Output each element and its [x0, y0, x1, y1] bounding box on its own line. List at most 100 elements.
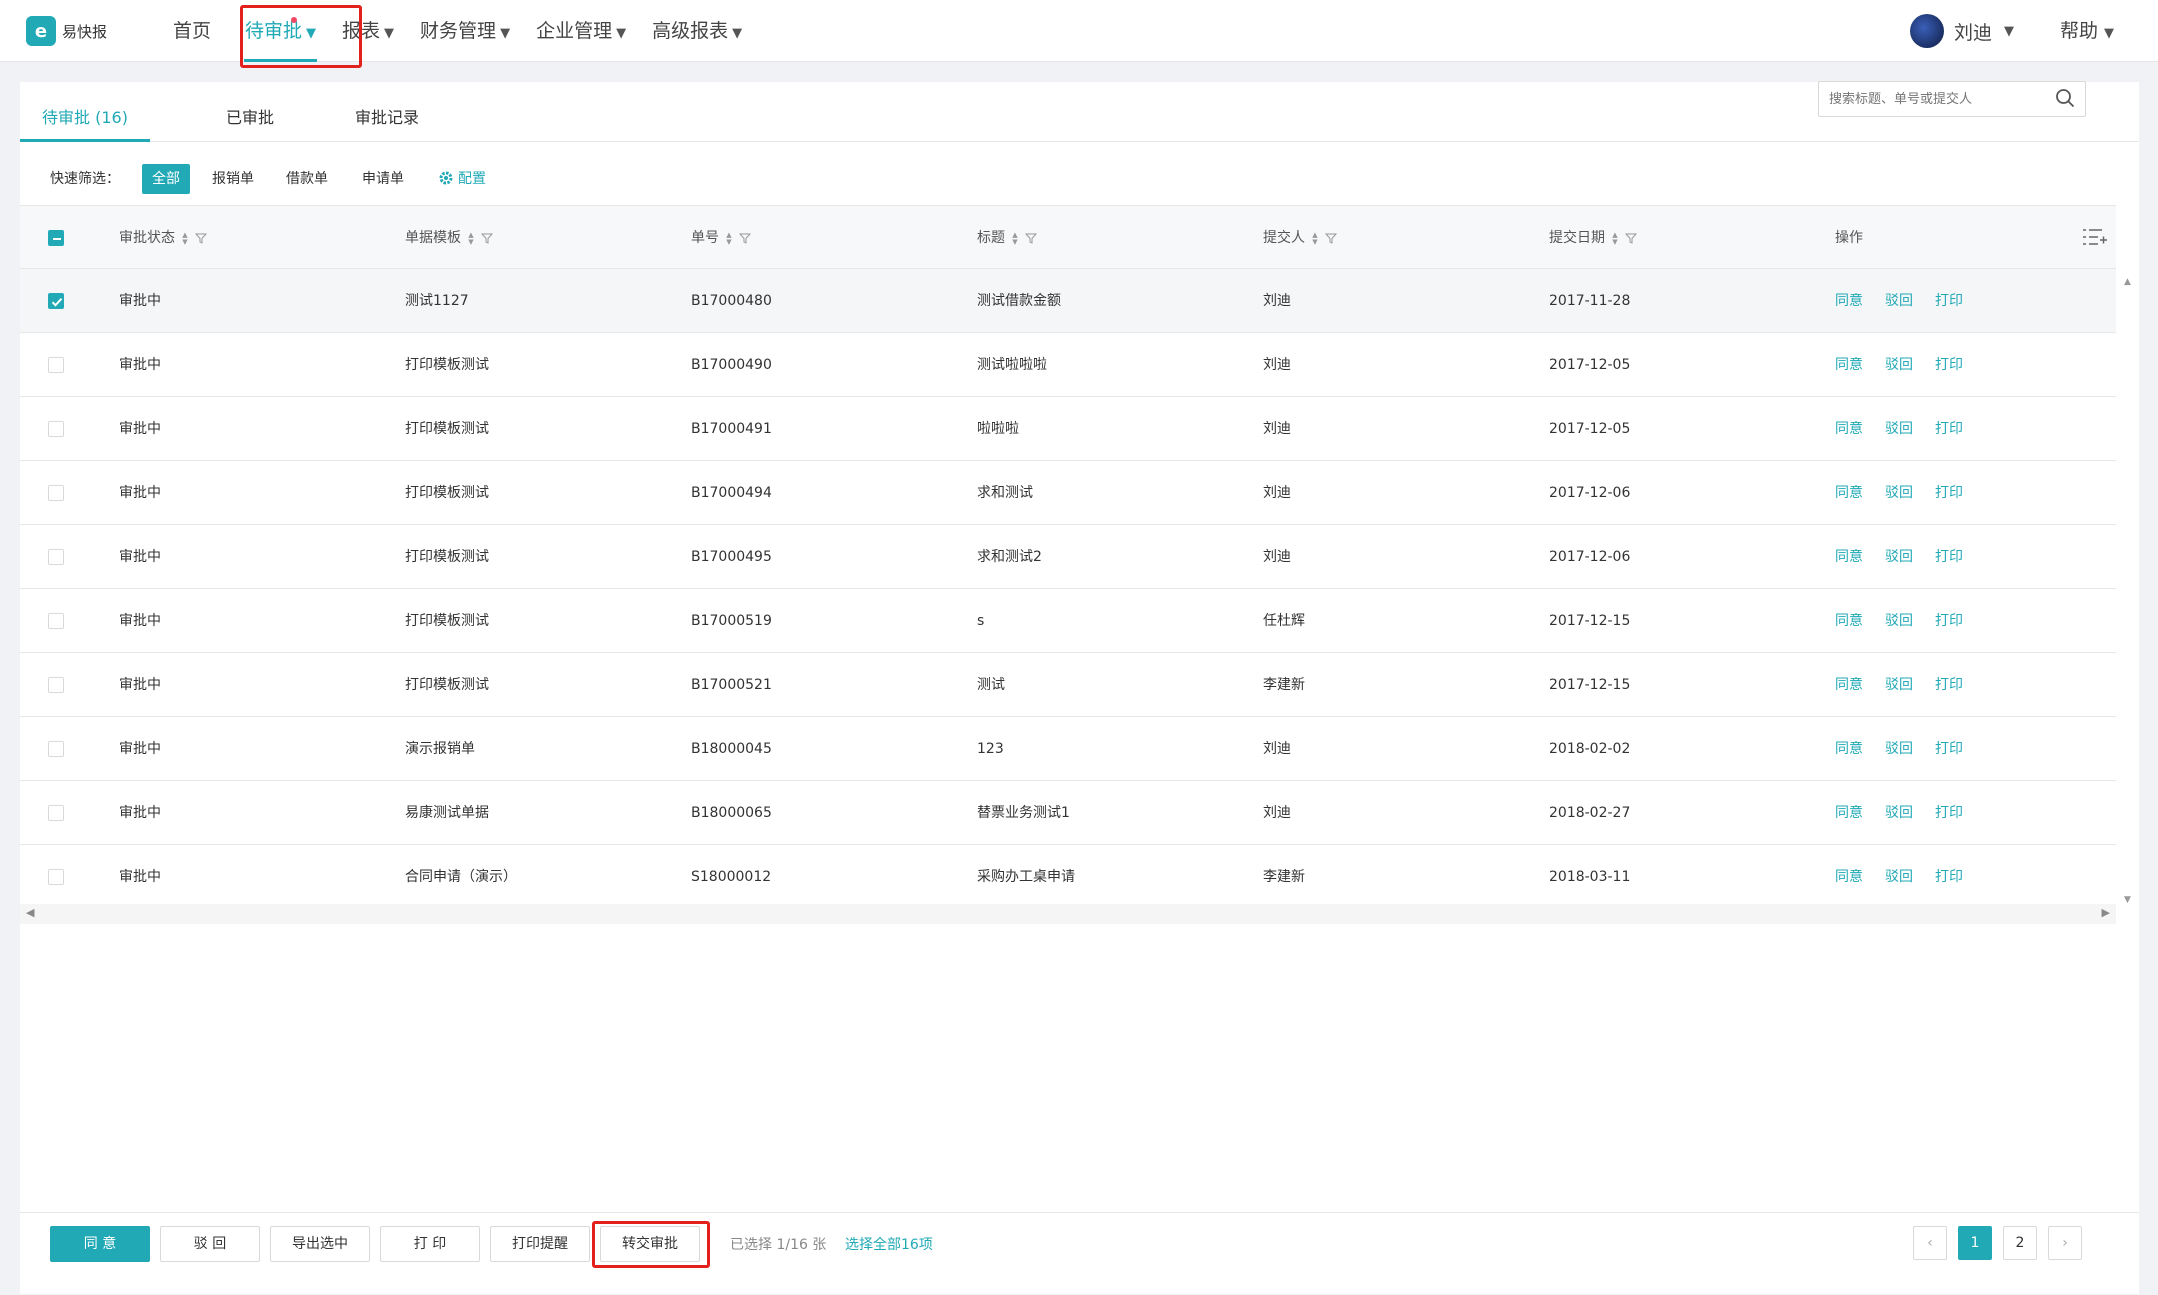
table-row[interactable]: 审批中 打印模板测试 B17000491 啦啦啦 刘迪 2017-12-05 同意 驳回 打印: [20, 397, 2116, 461]
print-link[interactable]: 打印: [1935, 653, 1963, 717]
sort-icon[interactable]: ▲▼: [181, 231, 189, 245]
nav-item-4[interactable]: 企业管理 ▼: [523, 0, 639, 62]
vertical-scrollbar[interactable]: ▲ ▼: [2116, 269, 2139, 909]
filter-icon[interactable]: [189, 230, 207, 246]
nav-item-0[interactable]: 首页: [160, 0, 224, 62]
approve-link[interactable]: 同意: [1835, 845, 1863, 909]
filter-request[interactable]: 申请单: [352, 164, 414, 194]
approve-selected-button[interactable]: 同 意: [50, 1226, 150, 1262]
approve-link[interactable]: 同意: [1835, 269, 1863, 333]
reject-link[interactable]: 驳回: [1885, 269, 1913, 333]
approve-link[interactable]: 同意: [1835, 461, 1863, 525]
table-row[interactable]: 审批中 打印模板测试 B17000494 求和测试 刘迪 2017-12-06 同意 驳回 打印: [20, 461, 2116, 525]
nav-item-1[interactable]: 待审批 ▼: [232, 0, 329, 62]
approve-link[interactable]: 同意: [1835, 333, 1863, 397]
search-input[interactable]: [1818, 81, 2086, 117]
scroll-left-icon[interactable]: ◀: [26, 906, 34, 919]
table-row[interactable]: 审批中 演示报销单 B18000045 123 刘迪 2018-02-02 同意 驳回 打印: [20, 717, 2116, 781]
reject-link[interactable]: 驳回: [1885, 653, 1913, 717]
filter-icon[interactable]: [1019, 230, 1037, 246]
column-header-2[interactable]: 单号 ▲▼: [691, 206, 751, 270]
column-header-4[interactable]: 提交人 ▲▼: [1263, 206, 1337, 270]
nav-item-2[interactable]: 报表 ▼: [329, 0, 407, 62]
page-1-button[interactable]: 1: [1958, 1226, 1992, 1260]
scroll-down-icon[interactable]: ▼: [2124, 895, 2131, 905]
filter-icon[interactable]: [475, 230, 493, 246]
prev-page-button[interactable]: ‹: [1913, 1226, 1947, 1260]
table-row[interactable]: 审批中 打印模板测试 B17000519 s 任杜辉 2017-12-15 同意 驳回 打印: [20, 589, 2116, 653]
print-reminder-button[interactable]: 打印提醒: [490, 1226, 590, 1262]
scroll-right-icon[interactable]: ▶: [2102, 906, 2110, 919]
row-checkbox[interactable]: [48, 293, 64, 309]
sort-icon[interactable]: ▲▼: [467, 231, 475, 245]
table-row[interactable]: 审批中 测试1127 B17000480 测试借款金额 刘迪 2017-11-28 同意 驳回…: [20, 269, 2116, 333]
row-checkbox[interactable]: [48, 613, 64, 629]
approve-link[interactable]: 同意: [1835, 717, 1863, 781]
approve-link[interactable]: 同意: [1835, 781, 1863, 845]
print-link[interactable]: 打印: [1935, 461, 1963, 525]
nav-item-3[interactable]: 财务管理 ▼: [407, 0, 523, 62]
table-row[interactable]: 审批中 打印模板测试 B17000521 测试 李建新 2017-12-15 同意 驳回 打印: [20, 653, 2116, 717]
reject-selected-button[interactable]: 驳 回: [160, 1226, 260, 1262]
filter-loan[interactable]: 借款单: [276, 164, 338, 194]
config-link[interactable]: 配置: [438, 168, 486, 188]
help-menu[interactable]: 帮助 ▼: [2060, 0, 2114, 65]
row-checkbox[interactable]: [48, 549, 64, 565]
select-all-checkbox[interactable]: [48, 230, 64, 246]
reject-link[interactable]: 驳回: [1885, 845, 1913, 909]
row-checkbox[interactable]: [48, 741, 64, 757]
tab-records[interactable]: 审批记录: [322, 82, 452, 142]
sort-icon[interactable]: ▲▼: [1611, 231, 1619, 245]
filter-expense[interactable]: 报销单: [202, 164, 264, 194]
sort-icon[interactable]: ▲▼: [725, 231, 733, 245]
print-link[interactable]: 打印: [1935, 397, 1963, 461]
column-header-5[interactable]: 提交日期 ▲▼: [1549, 206, 1637, 270]
print-link[interactable]: 打印: [1935, 717, 1963, 781]
page-2-button[interactable]: 2: [2003, 1226, 2037, 1260]
print-link[interactable]: 打印: [1935, 781, 1963, 845]
row-checkbox[interactable]: [48, 485, 64, 501]
sort-icon[interactable]: ▲▼: [1011, 231, 1019, 245]
user-menu[interactable]: 刘迪 ▼: [1910, 14, 2014, 48]
reject-link[interactable]: 驳回: [1885, 461, 1913, 525]
horizontal-scrollbar[interactable]: ◀ ▶: [20, 904, 2116, 924]
scroll-up-icon[interactable]: ▲: [2124, 277, 2131, 287]
approve-link[interactable]: 同意: [1835, 397, 1863, 461]
select-all-link[interactable]: 选择全部16项: [845, 1234, 933, 1254]
approve-link[interactable]: 同意: [1835, 589, 1863, 653]
reject-link[interactable]: 驳回: [1885, 589, 1913, 653]
search-icon[interactable]: [2054, 87, 2076, 109]
tab-pending[interactable]: 待审批 (16): [20, 82, 150, 142]
column-settings-icon[interactable]: [2082, 226, 2108, 252]
app-logo[interactable]: e 易快报: [26, 16, 107, 46]
reject-link[interactable]: 驳回: [1885, 717, 1913, 781]
filter-icon[interactable]: [1319, 230, 1337, 246]
filter-icon[interactable]: [733, 230, 751, 246]
next-page-button[interactable]: ›: [2048, 1226, 2082, 1260]
reject-link[interactable]: 驳回: [1885, 333, 1913, 397]
row-checkbox[interactable]: [48, 677, 64, 693]
filter-icon[interactable]: [1619, 230, 1637, 246]
column-header-0[interactable]: 审批状态 ▲▼: [119, 206, 207, 270]
table-row[interactable]: 审批中 易康测试单据 B18000065 替票业务测试1 刘迪 2018-02-27 同意驳…: [20, 781, 2116, 845]
filter-all[interactable]: 全部: [142, 164, 190, 194]
approve-link[interactable]: 同意: [1835, 653, 1863, 717]
sort-icon[interactable]: ▲▼: [1311, 231, 1319, 245]
column-header-3[interactable]: 标题 ▲▼: [977, 206, 1037, 270]
row-checkbox[interactable]: [48, 869, 64, 885]
reject-link[interactable]: 驳回: [1885, 781, 1913, 845]
reject-link[interactable]: 驳回: [1885, 525, 1913, 589]
table-row[interactable]: 审批中 打印模板测试 B17000490 测试啦啦啦 刘迪 2017-12-05 同意 驳回打…: [20, 333, 2116, 397]
nav-item-5[interactable]: 高级报表 ▼: [639, 0, 755, 62]
approve-link[interactable]: 同意: [1835, 525, 1863, 589]
table-row[interactable]: 审批中 打印模板测试 B17000495 求和测试2 刘迪 2017-12-06 同意 驳回打…: [20, 525, 2116, 589]
row-checkbox[interactable]: [48, 357, 64, 373]
row-checkbox[interactable]: [48, 421, 64, 437]
column-header-1[interactable]: 单据模板 ▲▼: [405, 206, 493, 270]
table-row[interactable]: 审批中 合同申请（演示） S18000012 采购办工桌申请 李建新 2018-03-11…: [20, 845, 2116, 909]
print-link[interactable]: 打印: [1935, 333, 1963, 397]
export-selected-button[interactable]: 导出选中: [270, 1226, 370, 1262]
reject-link[interactable]: 驳回: [1885, 397, 1913, 461]
print-link[interactable]: 打印: [1935, 525, 1963, 589]
print-link[interactable]: 打印: [1935, 269, 1963, 333]
